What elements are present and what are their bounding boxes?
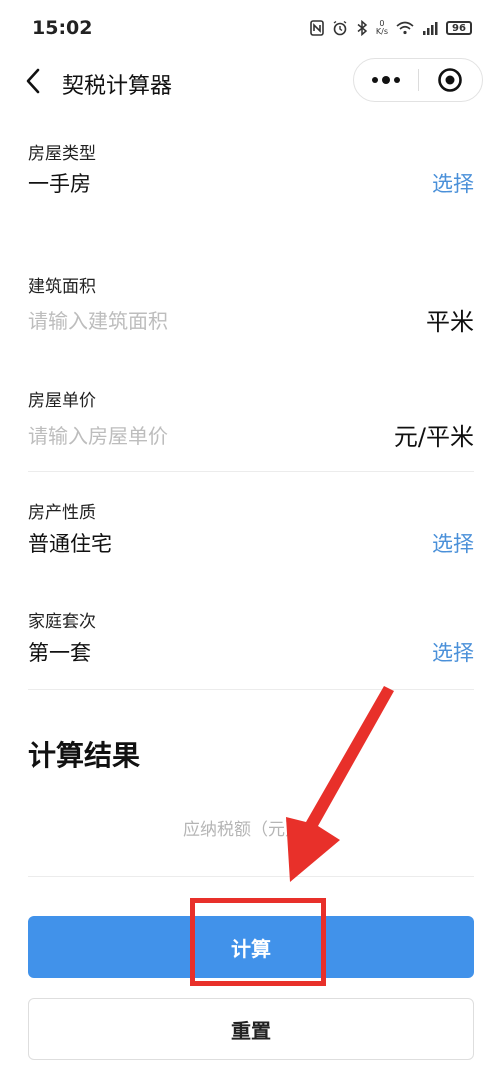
property-nature-value: 普通住宅	[28, 532, 112, 556]
row-area: 建筑面积 请输入建筑面积 平米	[28, 235, 474, 365]
unit-price-input[interactable]: 请输入房屋单价	[28, 420, 168, 449]
network-speed-unit: K/s	[375, 27, 388, 36]
back-icon[interactable]	[18, 66, 48, 96]
unit-price-label: 房屋单价	[28, 391, 96, 411]
battery-level: 96	[452, 22, 466, 34]
result-title: 计算结果	[28, 739, 141, 772]
close-mini-program-button[interactable]	[419, 59, 483, 101]
wifi-icon	[396, 19, 414, 37]
mini-program-capsule	[353, 58, 483, 102]
battery-icon: 96	[446, 21, 472, 35]
page-title: 契税计算器	[62, 74, 173, 99]
nav-bar: 契税计算器	[0, 56, 500, 108]
tax-form: 房屋类型 一手房 选择 建筑面积 请输入建筑面积 平米 房屋单价 请输入房屋单价…	[28, 130, 474, 690]
row-unit-price: 房屋单价 请输入房屋单价 元/平米	[28, 365, 474, 472]
property-nature-label: 房产性质	[28, 503, 96, 523]
row-family-count[interactable]: 家庭套次 第一套 选择	[28, 584, 474, 690]
family-count-label: 家庭套次	[28, 612, 96, 632]
reset-button[interactable]: 重置	[28, 998, 474, 1060]
result-divider	[28, 876, 474, 877]
family-count-value: 第一套	[28, 641, 91, 665]
area-label: 建筑面积	[28, 277, 96, 297]
house-type-value: 一手房	[28, 172, 91, 196]
unit-price-unit: 元/平米	[393, 423, 474, 451]
more-options-button[interactable]	[354, 59, 418, 101]
family-count-select-button[interactable]: 选择	[432, 637, 474, 667]
house-type-label: 房屋类型	[28, 144, 96, 164]
status-bar: 15:02 0 K/s 96	[0, 0, 500, 56]
bluetooth-icon	[356, 19, 368, 37]
status-icons: 0 K/s 96	[310, 19, 472, 37]
alarm-icon	[332, 19, 348, 37]
area-unit: 平米	[426, 308, 474, 336]
row-property-nature[interactable]: 房产性质 普通住宅 选择	[28, 472, 474, 584]
house-type-select-button[interactable]: 选择	[432, 168, 474, 198]
area-input[interactable]: 请输入建筑面积	[28, 305, 168, 334]
signal-icon	[422, 19, 438, 37]
network-speed: 0 K/s	[376, 19, 388, 37]
calculate-button[interactable]: 计算	[28, 916, 474, 978]
nfc-icon	[310, 19, 324, 37]
row-house-type[interactable]: 房屋类型 一手房 选择	[28, 130, 474, 235]
more-dots-icon	[371, 76, 400, 84]
row-divider	[28, 689, 474, 690]
property-nature-select-button[interactable]: 选择	[432, 528, 474, 558]
tax-amount-placeholder: 应纳税额（元）	[183, 820, 302, 840]
target-close-icon	[438, 68, 463, 92]
status-time: 15:02	[32, 17, 93, 39]
